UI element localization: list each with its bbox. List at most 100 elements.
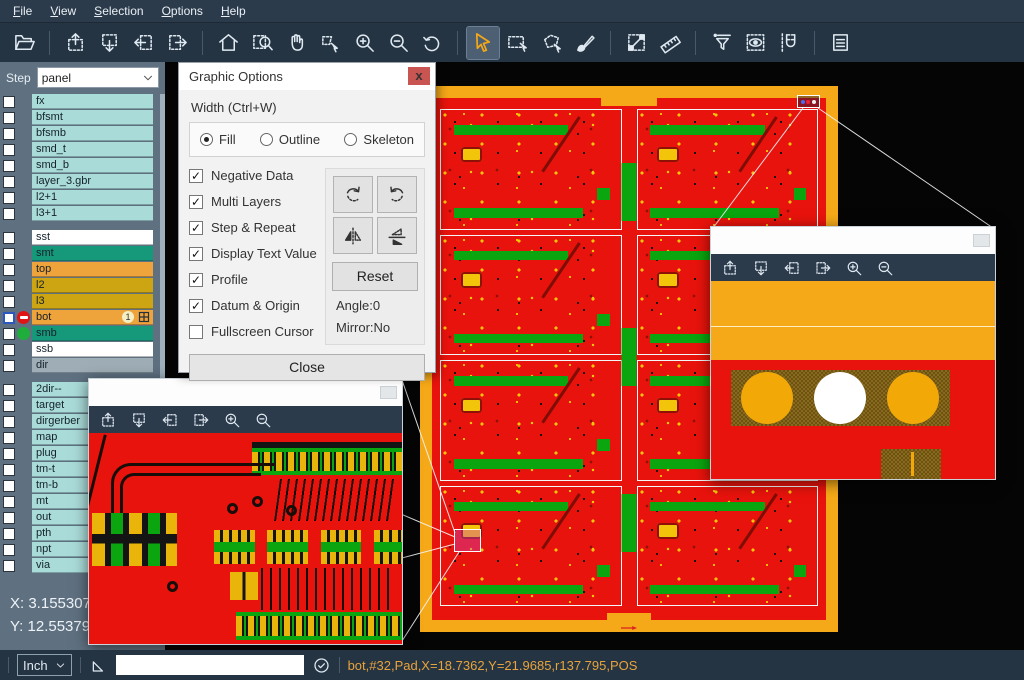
select-arrow-button[interactable]: [467, 27, 499, 59]
checkbox-box[interactable]: ✓: [189, 273, 203, 287]
radio-dot[interactable]: [200, 133, 213, 146]
apply-check-icon[interactable]: [312, 656, 331, 675]
layer-name-label[interactable]: l2: [32, 278, 153, 293]
zoom-in-button[interactable]: [348, 27, 380, 59]
layer-visibility-checkbox[interactable]: [3, 312, 15, 324]
rotate-ccw-button[interactable]: [377, 176, 417, 213]
layer-visibility-checkbox[interactable]: [3, 264, 15, 276]
layer-visibility-checkbox[interactable]: [3, 344, 15, 356]
layer-row-layer_3.gbr[interactable]: layer_3.gbr: [0, 174, 165, 189]
layer-visibility-checkbox[interactable]: [3, 128, 15, 140]
shape-drag-button[interactable]: [314, 27, 346, 59]
layer-visibility-checkbox[interactable]: [3, 464, 15, 476]
layer-name-label[interactable]: bot1: [32, 310, 153, 325]
checkbox-negative-data[interactable]: ✓Negative Data: [189, 168, 325, 183]
layer-row-fx[interactable]: fx: [0, 94, 165, 109]
menu-item-view[interactable]: View: [41, 2, 85, 20]
layer-name-label[interactable]: l3+1: [32, 206, 153, 221]
layer-name-label[interactable]: smt: [32, 246, 153, 261]
radio-outline[interactable]: Outline: [260, 132, 320, 147]
menu-item-selection[interactable]: Selection: [85, 2, 152, 20]
layer-name-label[interactable]: layer_3.gbr: [32, 174, 153, 189]
layer-row-dir[interactable]: dir: [0, 358, 165, 373]
pan-down-button[interactable]: [130, 411, 148, 429]
zoom-selection-box-detail[interactable]: [454, 529, 481, 552]
close-button[interactable]: Close: [189, 354, 425, 381]
layer-visibility-checkbox[interactable]: [3, 176, 15, 188]
layer-row-l2[interactable]: l2: [0, 278, 165, 293]
layer-row-smt[interactable]: smt: [0, 246, 165, 261]
diagonal-measure-button[interactable]: [620, 27, 652, 59]
zoom-in-button[interactable]: [223, 411, 241, 429]
layer-visibility-checkbox[interactable]: [3, 280, 15, 292]
window-menu-button[interactable]: [973, 234, 990, 247]
layer-row-bot[interactable]: bot1: [0, 310, 165, 325]
layer-visibility-checkbox[interactable]: [3, 112, 15, 124]
radio-fill[interactable]: Fill: [200, 132, 236, 147]
radio-dot[interactable]: [344, 133, 357, 146]
checkbox-box[interactable]: [189, 325, 203, 339]
zoom-out-button[interactable]: [876, 259, 894, 277]
view-eye-button[interactable]: [739, 27, 771, 59]
rect-select-button[interactable]: [501, 27, 533, 59]
zoom-previous-button[interactable]: [416, 27, 448, 59]
layer-name-label[interactable]: l2+1: [32, 190, 153, 205]
layer-row-l3+1[interactable]: l3+1: [0, 206, 165, 221]
layer-row-smd_b[interactable]: smd_b: [0, 158, 165, 173]
zoom-selection-box-fiducial[interactable]: [797, 95, 820, 108]
zoom-window-right-title-bar[interactable]: [711, 227, 995, 254]
layer-visibility-checkbox[interactable]: [3, 416, 15, 428]
zoom-window-left-view[interactable]: [89, 433, 402, 644]
pan-hand-button[interactable]: [280, 27, 312, 59]
layer-visibility-checkbox[interactable]: [3, 384, 15, 396]
brush-button[interactable]: [569, 27, 601, 59]
layer-row-bfsmt[interactable]: bfsmt: [0, 110, 165, 125]
report-doc-button[interactable]: [824, 27, 856, 59]
layer-visibility-checkbox[interactable]: [3, 96, 15, 108]
home-button[interactable]: [212, 27, 244, 59]
pan-left-button[interactable]: [783, 259, 801, 277]
checkbox-fullscreen-cursor[interactable]: Fullscreen Cursor: [189, 324, 325, 339]
layer-visibility-checkbox[interactable]: [3, 512, 15, 524]
checkbox-datum-origin[interactable]: ✓Datum & Origin: [189, 298, 325, 313]
layer-name-label[interactable]: top: [32, 262, 153, 277]
reset-button[interactable]: Reset: [332, 262, 418, 291]
checkbox-box[interactable]: ✓: [189, 299, 203, 313]
layer-name-label[interactable]: bfsmb: [32, 126, 153, 141]
layer-row-top[interactable]: top: [0, 262, 165, 277]
layer-name-label[interactable]: dir: [32, 358, 153, 373]
layer-visibility-checkbox[interactable]: [3, 208, 15, 220]
layer-visibility-checkbox[interactable]: [3, 328, 15, 340]
pan-left-button[interactable]: [127, 27, 159, 59]
rotate-cw-button[interactable]: [333, 176, 373, 213]
dialog-close-icon[interactable]: x: [408, 67, 430, 85]
pan-up-button[interactable]: [59, 27, 91, 59]
pan-right-button[interactable]: [161, 27, 193, 59]
zoom-window-right-view[interactable]: [711, 281, 995, 479]
zoom-out-button[interactable]: [254, 411, 272, 429]
zoom-out-button[interactable]: [382, 27, 414, 59]
layer-name-label[interactable]: fx: [32, 94, 153, 109]
layer-visibility-checkbox[interactable]: [3, 560, 15, 572]
menu-item-options[interactable]: Options: [153, 2, 212, 20]
layer-visibility-checkbox[interactable]: [3, 248, 15, 260]
layer-visibility-checkbox[interactable]: [3, 400, 15, 412]
ruler-button[interactable]: [654, 27, 686, 59]
mirror-vertical-button[interactable]: [377, 217, 417, 254]
layer-name-label[interactable]: smd_t: [32, 142, 153, 157]
layer-name-label[interactable]: ssb: [32, 342, 153, 357]
radio-skeleton[interactable]: Skeleton: [344, 132, 414, 147]
layer-row-bfsmb[interactable]: bfsmb: [0, 126, 165, 141]
checkbox-box[interactable]: ✓: [189, 169, 203, 183]
layer-row-ssb[interactable]: ssb: [0, 342, 165, 357]
layer-visibility-checkbox[interactable]: [3, 160, 15, 172]
checkbox-display-text-value[interactable]: ✓Display Text Value: [189, 246, 325, 261]
layer-name-label[interactable]: bfsmt: [32, 110, 153, 125]
pan-right-button[interactable]: [814, 259, 832, 277]
checkbox-box[interactable]: ✓: [189, 247, 203, 261]
layer-visibility-checkbox[interactable]: [3, 528, 15, 540]
checkbox-box[interactable]: ✓: [189, 195, 203, 209]
filter-button[interactable]: [705, 27, 737, 59]
layer-visibility-checkbox[interactable]: [3, 360, 15, 372]
mirror-horizontal-button[interactable]: [333, 217, 373, 254]
